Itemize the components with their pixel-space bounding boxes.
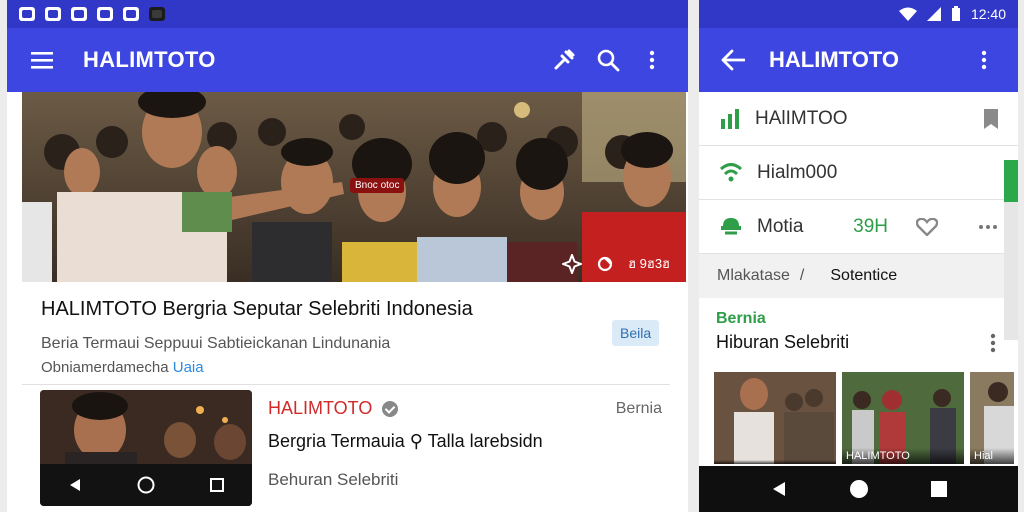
article-source-name: HALIMTOTO: [268, 398, 373, 418]
more-vert-icon: [981, 50, 987, 70]
hero-meta-text: ฮ 9ฮ3ฮ: [628, 256, 670, 271]
back-button[interactable]: [711, 38, 755, 82]
gallery-caption: Hial: [970, 448, 1014, 464]
right-phone-screen: 12:40 HALIMTOTO HAlIMTOO Hialm000 Motia …: [699, 0, 1018, 512]
gallery-item[interactable]: [714, 372, 836, 464]
recents-square-icon[interactable]: [930, 480, 948, 498]
gallery-photo: [714, 372, 836, 464]
more-horiz-icon[interactable]: [978, 224, 998, 230]
arrow-back-icon: [721, 49, 745, 71]
hero-tag-label: Bnoc otoc: [350, 178, 405, 193]
shield-notification-icon: [45, 7, 61, 21]
app-title-right: HALIMTOTO: [769, 47, 899, 72]
recents-square-icon[interactable]: [209, 477, 225, 493]
signal-icon: [926, 7, 941, 21]
camera-notification-icon: [71, 7, 87, 21]
search-icon: [597, 49, 620, 72]
wifi-icon: [719, 162, 743, 181]
scroll-track: [1004, 200, 1018, 340]
section-kicker: Bernia: [716, 310, 766, 327]
status-bar-right: 12:40: [699, 0, 1018, 28]
gallery-caption: [714, 460, 836, 464]
divider: [22, 384, 670, 385]
section-header: Bernia Hiburan Selebriti: [716, 310, 1006, 353]
article-subtitle-secondary: Obniamerdamecha Uaia: [41, 359, 671, 376]
system-nav-bar: [699, 466, 1018, 512]
star-badge-icon: [562, 253, 583, 274]
featured-article[interactable]: HALIMTOTO Bergria Seputar Selebriti Indo…: [41, 298, 671, 376]
menu-row-stats[interactable]: HAlIMTOO: [699, 92, 1018, 146]
article-title[interactable]: HALIMTOTO Bergria Seputar Selebriti Indo…: [41, 298, 671, 321]
clock: 12:40: [970, 6, 1006, 22]
image-gallery: HALIMTOTO Hial: [714, 372, 1014, 464]
hamburger-menu-icon: [31, 52, 53, 69]
tab-first[interactable]: Mlakatase: [717, 267, 790, 285]
overflow-menu-button-right[interactable]: [962, 38, 1006, 82]
back-triangle-icon[interactable]: [67, 477, 83, 493]
cloud-chat-icon: [721, 217, 741, 234]
hero-overlay: ฮ 9ฮ3ฮ: [562, 253, 670, 274]
category-chip[interactable]: Beila: [612, 320, 660, 346]
heart-icon[interactable]: [916, 217, 938, 236]
status-bar: [7, 0, 688, 28]
bar-chart-icon: [721, 108, 739, 129]
menu-row-label: Hialm000: [757, 161, 838, 183]
gallery-item[interactable]: HALIMTOTO: [842, 372, 964, 464]
video-thumbnail[interactable]: [40, 390, 252, 506]
menu-row-wifi[interactable]: Hialm000: [699, 146, 1018, 200]
second-article[interactable]: HALIMTOTO Bernia Bergria Termauia ⚲ Tall…: [268, 398, 668, 490]
tools-button[interactable]: [542, 38, 586, 82]
home-circle-icon[interactable]: [849, 479, 869, 499]
overflow-menu-button[interactable]: [630, 38, 674, 82]
more-vert-icon: [649, 50, 655, 70]
second-article-title[interactable]: Bergria Termauia ⚲ Talla larebsidn: [268, 431, 668, 452]
tab-active[interactable]: Sotentice: [830, 267, 897, 285]
article-link[interactable]: Uaia: [173, 359, 204, 376]
article-category: Bernia: [615, 400, 662, 417]
play-notification-icon: [97, 7, 113, 21]
article-subtitle-secondary-text: Obniamerdamecha: [41, 359, 173, 376]
video-nav-bar: [40, 464, 252, 506]
scroll-indicator[interactable]: [1004, 160, 1018, 202]
news-notification-icon: [123, 7, 139, 21]
menu-button[interactable]: [21, 38, 65, 82]
article-subtitle: Beria Termaui Seppuui Sabtieickanan Lind…: [41, 335, 391, 352]
bookmark-icon[interactable]: [984, 108, 998, 129]
verified-icon: [382, 400, 399, 417]
tab-separator: /: [799, 267, 805, 284]
share-icon[interactable]: [596, 255, 614, 273]
wifi-icon: [898, 7, 917, 21]
more-vert-icon: [990, 333, 996, 353]
notification-icon: [19, 7, 35, 21]
article-source: HALIMTOTO: [268, 398, 668, 419]
menu-row-value: 39H: [853, 215, 888, 237]
tools-icon: [554, 49, 575, 70]
screenshot-stage: HALIMTOTO Bnoc otoc ฮ 9ฮ3ฮ HALIMTOTO Ber…: [0, 0, 1024, 512]
home-circle-icon[interactable]: [137, 476, 155, 494]
app-bar: HALIMTOTO: [7, 28, 688, 92]
menu-row-label: Motia: [757, 215, 804, 237]
gallery-caption: HALIMTOTO: [842, 448, 964, 464]
menu-row-motia[interactable]: Motia 39H: [699, 200, 1018, 254]
back-triangle-icon[interactable]: [770, 480, 788, 498]
gallery-item[interactable]: Hial: [970, 372, 1014, 464]
second-article-subtitle: Behuran Selebriti: [268, 470, 399, 489]
search-button[interactable]: [586, 38, 630, 82]
app-bar-right: HALIMTOTO: [699, 28, 1018, 92]
app-title: HALIMTOTO: [83, 47, 216, 72]
section-heading[interactable]: Hiburan Selebriti: [716, 332, 1006, 353]
app-notification-icon: [149, 7, 165, 21]
tab-bar: Mlakatase / Sotentice: [699, 254, 1018, 298]
menu-row-label: HAlIMTOO: [755, 107, 848, 129]
hero-image[interactable]: Bnoc otoc ฮ 9ฮ3ฮ: [22, 92, 686, 282]
battery-icon: [951, 6, 960, 21]
left-phone-screen: HALIMTOTO Bnoc otoc ฮ 9ฮ3ฮ HALIMTOTO Ber…: [7, 0, 688, 512]
section-more-button[interactable]: [990, 333, 996, 358]
